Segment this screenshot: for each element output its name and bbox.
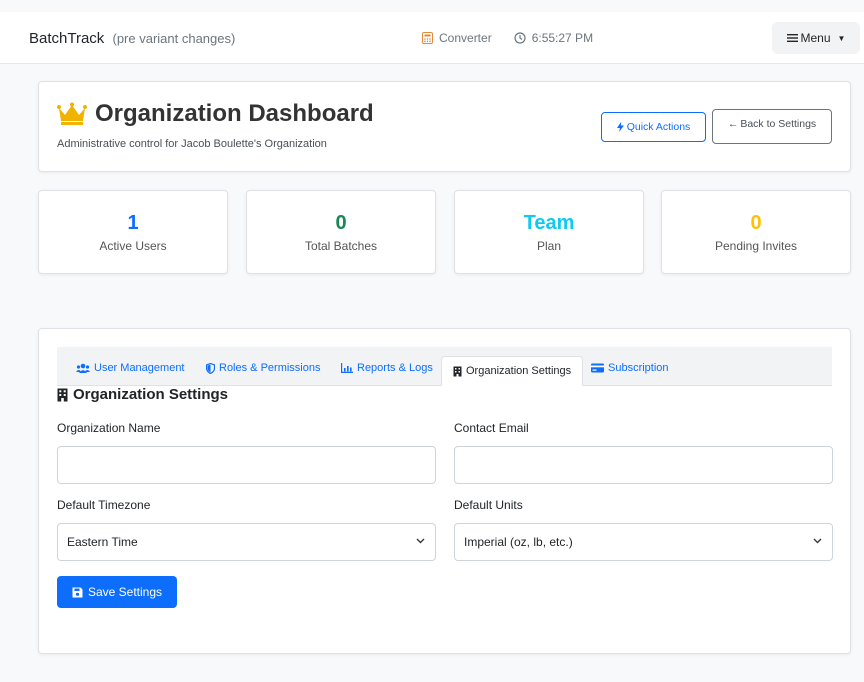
org-name-input[interactable]: [58, 447, 435, 483]
tab-organization-settings[interactable]: Organization Settings: [441, 356, 584, 386]
units-value: Imperial (oz, lb, etc.): [464, 535, 573, 549]
shield-icon: [206, 362, 215, 374]
building-icon: [453, 366, 462, 376]
section-title: Organization Settings: [57, 386, 228, 403]
page-title: Organization Dashboard: [57, 100, 374, 128]
stat-card-plan: Team Plan: [454, 190, 644, 274]
tab-label: Roles & Permissions: [219, 362, 321, 374]
timezone-label: Default Timezone: [57, 498, 151, 512]
contact-email-label: Contact Email: [454, 421, 529, 435]
chart-icon: [341, 363, 353, 373]
stat-label: Pending Invites: [714, 239, 798, 253]
tab-label: User Management: [94, 362, 185, 374]
stat-card-total-batches: 0 Total Batches: [246, 190, 436, 274]
page-subtitle: Administrative control for Jacob Boulett…: [57, 138, 327, 150]
stat-value: Team: [523, 212, 575, 234]
stat-value: 1: [127, 212, 139, 234]
nav-center: Converter 6:55:27 PM: [422, 31, 593, 45]
brand-name[interactable]: BatchTrack: [29, 30, 104, 47]
stat-value: 0: [750, 212, 762, 234]
tab-subscription[interactable]: Subscription: [591, 362, 669, 374]
arrow-left-icon: ←: [727, 118, 739, 130]
hamburger-icon: [786, 34, 798, 42]
building-icon: [57, 388, 68, 401]
settings-panel: User Management Roles & Permissions Repo…: [38, 328, 851, 654]
menu-label: Menu: [800, 31, 831, 45]
clock-time: 6:55:27 PM: [531, 31, 594, 45]
tab-roles-permissions[interactable]: Roles & Permissions: [206, 362, 320, 374]
top-strip: [0, 0, 864, 12]
stat-label: Plan: [536, 239, 562, 253]
caret-down-icon: ▼: [837, 33, 846, 43]
bolt-icon: [616, 122, 624, 132]
tab-user-management[interactable]: User Management: [76, 362, 185, 374]
dashboard-header-card: Organization Dashboard Administrative co…: [38, 81, 851, 172]
navbar: BatchTrack (pre variant changes) Convert…: [0, 12, 864, 64]
back-to-settings-button[interactable]: ← Back to Settings: [712, 109, 832, 144]
tab-reports-logs[interactable]: Reports & Logs: [341, 362, 433, 374]
timezone-value: Eastern Time: [67, 535, 138, 549]
org-name-field[interactable]: [57, 446, 436, 484]
section-title-text: Organization Settings: [73, 386, 229, 403]
chevron-down-icon: [813, 538, 822, 544]
tab-label: Subscription: [608, 362, 669, 374]
quick-actions-label: Quick Actions: [626, 121, 691, 133]
calculator-icon: [422, 32, 433, 44]
converter-link[interactable]: Converter: [422, 31, 492, 45]
menu-button[interactable]: Menu ▼: [772, 22, 860, 54]
floppy-disk-icon: [72, 587, 83, 597]
contact-email-field[interactable]: [454, 446, 833, 484]
tab-bar: User Management Roles & Permissions Repo…: [57, 347, 832, 386]
stat-value: 0: [335, 212, 347, 234]
save-settings-button[interactable]: Save Settings: [57, 576, 177, 608]
brand[interactable]: BatchTrack (pre variant changes): [29, 30, 235, 47]
quick-actions-button[interactable]: Quick Actions: [601, 112, 706, 142]
brand-subtitle: (pre variant changes): [112, 31, 236, 46]
stat-card-pending-invites: 0 Pending Invites: [661, 190, 851, 274]
converter-label[interactable]: Converter: [439, 31, 492, 45]
stat-label: Total Batches: [304, 239, 378, 253]
save-label: Save Settings: [87, 585, 163, 599]
contact-email-input[interactable]: [455, 447, 832, 483]
chevron-down-icon: [416, 538, 425, 544]
crown-icon: [57, 102, 87, 125]
stat-card-active-users: 1 Active Users: [38, 190, 228, 274]
credit-card-icon: [591, 363, 604, 373]
tab-label: Reports & Logs: [357, 362, 433, 374]
org-name-label: Organization Name: [57, 421, 161, 435]
clock-display: 6:55:27 PM: [514, 31, 593, 45]
units-label: Default Units: [454, 498, 523, 512]
back-label: Back to Settings: [740, 118, 817, 130]
page-title-text: Organization Dashboard: [95, 100, 374, 127]
units-select[interactable]: Imperial (oz, lb, etc.): [454, 523, 833, 561]
tab-label: Organization Settings: [466, 365, 572, 377]
timezone-select[interactable]: Eastern Time: [57, 523, 436, 561]
clock-icon: [514, 32, 526, 44]
stat-label: Active Users: [99, 239, 167, 253]
users-icon: [76, 363, 90, 373]
